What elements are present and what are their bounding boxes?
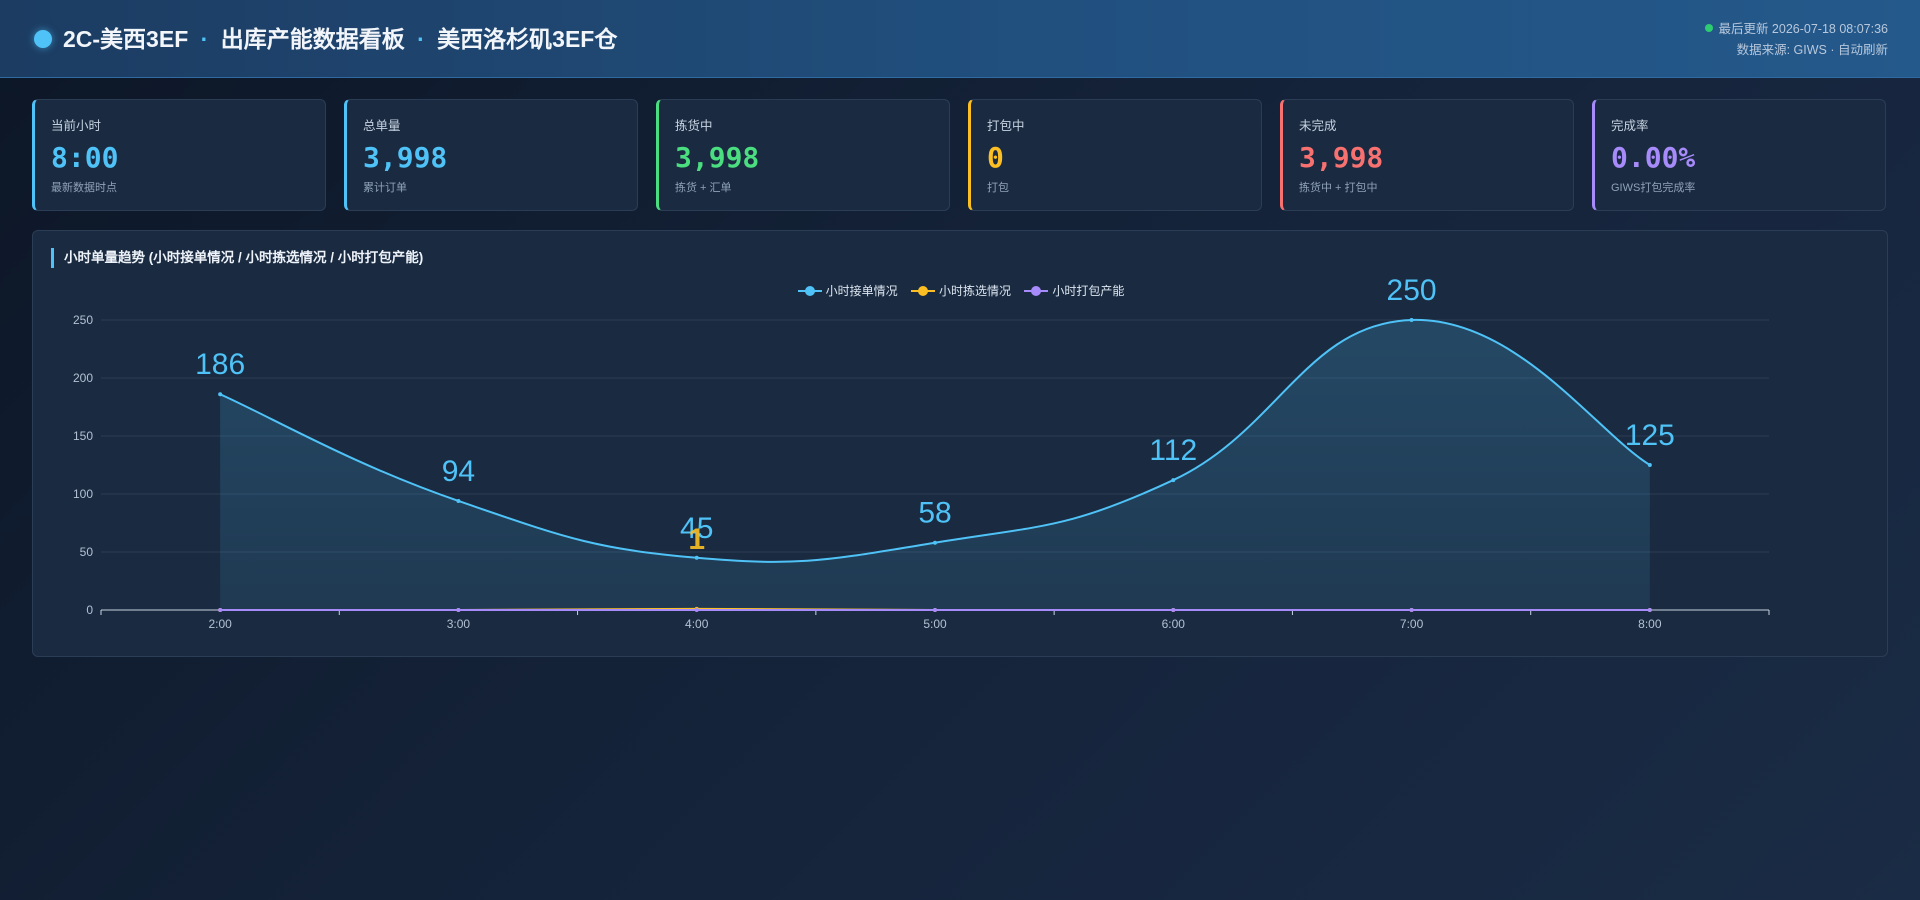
data-point bbox=[218, 608, 223, 612]
kpi-sub: 累计订单 bbox=[363, 182, 407, 194]
x-tick-label: 7:00 bbox=[1400, 617, 1424, 631]
kpi-card-packing: 打包中 0 打包 bbox=[968, 99, 1262, 211]
kpi-value: 3,998 bbox=[1299, 141, 1384, 174]
y-tick-label: 200 bbox=[73, 371, 93, 385]
x-tick-label: 2:00 bbox=[208, 617, 232, 631]
kpi-card-total-orders: 总单量 3,998 累计订单 bbox=[344, 99, 638, 211]
kpi-sub: 拣货中 + 打包中 bbox=[1299, 182, 1378, 194]
data-point bbox=[1647, 608, 1652, 612]
data-point bbox=[1409, 608, 1414, 612]
title-separator: · bbox=[200, 26, 209, 52]
kpi-label: 拣货中 bbox=[675, 119, 713, 133]
y-tick-label: 50 bbox=[80, 545, 94, 559]
data-source-text: 数据来源: GIWS · 自动刷新 bbox=[1736, 43, 1888, 57]
data-point bbox=[218, 392, 223, 397]
last-update-text: 最后更新 2026-07-18 08:07:36 bbox=[1718, 22, 1888, 36]
kpi-label: 当前小时 bbox=[51, 119, 102, 133]
x-tick-label: 3:00 bbox=[447, 617, 471, 631]
page-title: 2C-美西3EF · 出库产能数据看板 · 美西洛杉矶3EF仓 bbox=[63, 22, 617, 56]
y-tick-label: 100 bbox=[73, 487, 93, 501]
x-tick-label: 8:00 bbox=[1638, 617, 1662, 631]
data-point bbox=[456, 498, 461, 503]
kpi-label: 打包中 bbox=[987, 119, 1025, 133]
dashboard-header: 2C-美西3EF · 出库产能数据看板 · 美西洛杉矶3EF仓 最后更新 202… bbox=[0, 0, 1920, 78]
kpi-value: 0.00% bbox=[1611, 141, 1696, 174]
kpi-sub: 打包 bbox=[987, 182, 1009, 194]
data-point bbox=[933, 540, 937, 545]
kpi-card-completion-rate: 完成率 0.00% GIWS打包完成率 bbox=[1592, 99, 1886, 211]
kpi-label: 总单量 bbox=[363, 119, 401, 133]
y-tick-label: 150 bbox=[73, 429, 93, 443]
data-label: 186 bbox=[195, 348, 245, 381]
title-dashboard-name: 出库产能数据看板 bbox=[220, 26, 405, 52]
data-point bbox=[933, 608, 937, 612]
live-indicator-icon bbox=[1705, 24, 1714, 32]
data-label: 1 bbox=[688, 523, 705, 556]
data-label: 112 bbox=[1149, 434, 1197, 467]
data-point bbox=[456, 608, 461, 612]
kpi-sub: GIWS打包完成率 bbox=[1611, 182, 1696, 194]
kpi-card-incomplete: 未完成 3,998 拣货中 + 打包中 bbox=[1280, 99, 1574, 211]
data-point bbox=[1647, 463, 1652, 467]
kpi-card-picking: 拣货中 3,998 拣货 + 汇单 bbox=[656, 99, 950, 211]
data-point bbox=[1409, 318, 1414, 322]
title-main: 2C-美西3EF bbox=[63, 26, 189, 52]
kpi-value: 3,998 bbox=[363, 141, 448, 174]
data-point bbox=[694, 608, 699, 612]
kpi-value: 0 bbox=[987, 141, 1004, 174]
kpi-label: 完成率 bbox=[1611, 119, 1649, 133]
x-tick-label: 5:00 bbox=[923, 617, 947, 631]
data-point bbox=[1171, 478, 1176, 483]
title-separator: · bbox=[417, 26, 425, 52]
series-area-0 bbox=[220, 319, 1650, 610]
data-label: 125 bbox=[1625, 419, 1675, 452]
kpi-value: 8:00 bbox=[51, 141, 119, 174]
data-point bbox=[694, 555, 699, 560]
y-tick-label: 0 bbox=[86, 603, 93, 617]
header-meta: 最后更新 2026-07-18 08:07:36 数据来源: GIWS · 自动… bbox=[1705, 19, 1888, 61]
kpi-sub: 最新数据时点 bbox=[51, 182, 117, 194]
kpi-label: 未完成 bbox=[1299, 119, 1337, 133]
y-tick-label: 250 bbox=[73, 313, 93, 327]
kpi-value: 3,998 bbox=[675, 141, 760, 174]
title-warehouse: 美西洛杉矶3EF仓 bbox=[437, 26, 618, 52]
data-label: 58 bbox=[918, 497, 951, 530]
last-update-row: 最后更新 2026-07-18 08:07:36 bbox=[1705, 19, 1888, 40]
data-point bbox=[1171, 608, 1176, 612]
x-tick-label: 6:00 bbox=[1162, 617, 1186, 631]
data-label: 94 bbox=[442, 455, 475, 488]
x-tick-label: 4:00 bbox=[685, 617, 709, 631]
status-dot-icon bbox=[34, 30, 52, 48]
kpi-sub: 拣货 + 汇单 bbox=[675, 182, 732, 194]
kpi-card-current-hour: 当前小时 8:00 最新数据时点 bbox=[32, 99, 326, 211]
hourly-trend-chart: 0 50 100 150 200 250 2:00 3:00 4:00 5:00 6:00 7:00 8… bbox=[73, 274, 1770, 631]
data-label: 250 bbox=[1387, 274, 1437, 307]
